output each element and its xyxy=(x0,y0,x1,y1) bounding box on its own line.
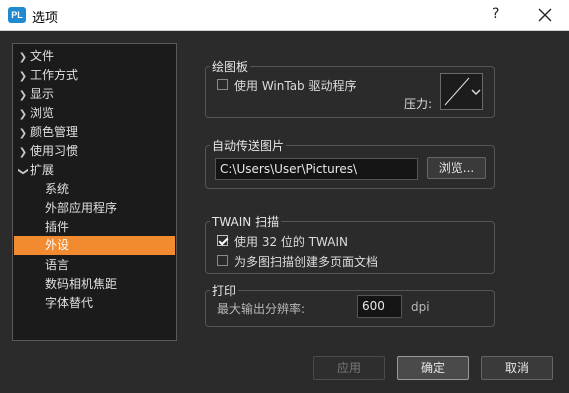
help-button[interactable]: ? xyxy=(492,6,499,22)
print-group-title: 打印 xyxy=(210,282,239,299)
close-button[interactable] xyxy=(534,4,556,26)
tree-item-external-apps[interactable]: 外部应用程序 xyxy=(45,199,173,218)
max-resolution-label: 最大输出分辨率: xyxy=(217,302,306,316)
tree-item-plugins[interactable]: 插件 xyxy=(45,218,173,237)
twain-32bit-checkbox[interactable] xyxy=(217,235,228,246)
resolution-unit-label: dpi xyxy=(411,300,430,314)
window-title: 选项 xyxy=(32,11,59,26)
pressure-label: 压力: xyxy=(404,97,433,111)
twain-multipage-label: 为多图扫描创建多页面文档 xyxy=(234,255,379,269)
browse-button[interactable]: 浏览... xyxy=(427,157,486,179)
wintab-checkbox[interactable] xyxy=(217,79,228,90)
cancel-button[interactable]: 取消 xyxy=(481,356,553,380)
wintab-label: 使用 WinTab 驱动程序 xyxy=(234,79,357,93)
app-logo-icon: PL xyxy=(8,7,26,23)
tree-item-workflow[interactable]: ❯ 工作方式 xyxy=(16,66,173,85)
tablet-group-title: 绘图板 xyxy=(210,58,251,75)
tree-item-file[interactable]: ❯ 文件 xyxy=(16,47,173,66)
tree-item-display[interactable]: ❯ 显示 xyxy=(16,85,173,104)
tree-item-extensions[interactable]: ❯ 扩展 xyxy=(16,161,173,180)
tree-item-peripherals[interactable]: 外设 xyxy=(14,236,175,255)
tree-item-color-management[interactable]: ❯ 颜色管理 xyxy=(16,123,173,142)
auto-send-group-title: 自动传送图片 xyxy=(210,137,287,154)
chevron-right-icon: ❯ xyxy=(18,147,28,158)
chevron-right-icon: ❯ xyxy=(18,52,28,63)
tree-item-camera-focal-length[interactable]: 数码相机焦距 xyxy=(45,275,173,294)
tree-item-language[interactable]: 语言 xyxy=(45,256,173,275)
tree-item-usage-habits[interactable]: ❯ 使用习惯 xyxy=(16,142,173,161)
max-resolution-input[interactable]: 600 xyxy=(357,295,402,318)
chevron-right-icon: ❯ xyxy=(18,109,28,120)
twain-32bit-label: 使用 32 位的 TWAIN xyxy=(234,235,348,249)
chevron-right-icon: ❯ xyxy=(18,90,28,101)
chevron-right-icon: ❯ xyxy=(18,128,28,139)
options-category-tree[interactable]: ❯ 文件 ❯ 工作方式 ❯ 显示 ❯ 浏览 ❯ 颜色管理 ❯ 使用习惯 ❯ 扩展 系统 外部应… xyxy=(12,43,177,341)
ok-button[interactable]: 确定 xyxy=(397,356,469,380)
tree-item-font-substitution[interactable]: 字体替代 xyxy=(45,294,173,313)
chevron-down-icon xyxy=(471,89,481,95)
twain-multipage-checkbox[interactable] xyxy=(217,255,228,266)
tree-item-system[interactable]: 系统 xyxy=(45,180,173,199)
tree-item-browse[interactable]: ❯ 浏览 xyxy=(16,104,173,123)
twain-group-title: TWAIN 扫描 xyxy=(210,213,282,230)
close-icon xyxy=(538,8,552,22)
title-bar: PL 选项 ? xyxy=(0,0,569,31)
chevron-down-icon: ❯ xyxy=(17,167,29,176)
chevron-right-icon: ❯ xyxy=(18,71,28,82)
pressure-curve-dropdown[interactable] xyxy=(440,73,483,110)
auto-send-path-input[interactable]: C:\Users\User\Pictures\ xyxy=(215,158,418,180)
apply-button[interactable]: 应用 xyxy=(313,356,385,380)
